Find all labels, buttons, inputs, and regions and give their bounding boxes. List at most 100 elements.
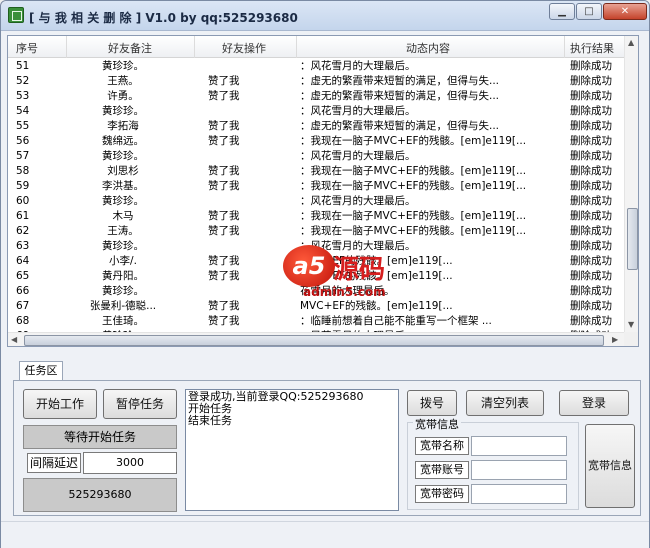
row-result: 删除成功 [570, 135, 612, 147]
row-result: 删除成功 [570, 195, 612, 207]
broadband-info-button[interactable]: 宽带信息 [585, 424, 635, 508]
row-note: 刘思杉 [107, 165, 139, 177]
watermark-a5-mark: a5 [283, 245, 335, 287]
watermark-logo: a5 源码 admin5.com [283, 245, 421, 303]
maximize-button[interactable]: □ [576, 3, 602, 20]
row-note: 王燕。 [107, 75, 139, 87]
clear-list-button[interactable]: 清空列表 [466, 390, 544, 416]
row-result: 删除成功 [570, 75, 612, 87]
row-id: 67 [16, 300, 30, 312]
column-header-result[interactable]: 执行结果 [570, 40, 614, 56]
row-content: ：临睡前想着自己能不能重写一个框架 ... [300, 315, 492, 327]
row-note: 王佳琦。 [102, 315, 144, 327]
row-content: ：我现在一脑子MVC+EF的残骸。[em]e119[... [300, 210, 527, 222]
row-note: 黄丹阳。 [102, 270, 144, 282]
row-note: 黄珍珍。 [102, 60, 144, 72]
scroll-left-icon[interactable]: ◀ [11, 335, 17, 344]
row-note: 李拓海 [107, 120, 139, 132]
row-id: 62 [16, 225, 30, 237]
row-id: 53 [16, 90, 30, 102]
broadband-password-label: 宽带密码 [415, 485, 469, 503]
row-result: 删除成功 [570, 315, 612, 327]
table-row[interactable]: 59 李洪基。 赞了我 ：我现在一脑子MVC+EF的残骸。[em]e119[... 删除… [8, 179, 624, 194]
row-note: 小李/. [109, 255, 137, 267]
row-operation: 赞了我 [208, 270, 240, 282]
row-result: 删除成功 [570, 165, 612, 177]
table-row[interactable]: 52 王燕。 赞了我 ：虚无的繁霞带来短暂的满足，但得与失... 删除成功 [8, 74, 624, 89]
row-content: ：风花雪月的大理最后。 [300, 105, 416, 117]
scroll-down-icon[interactable]: ▼ [628, 320, 634, 329]
table-row[interactable]: 53 许勇。 赞了我 ：虚无的繁霞带来短暂的满足，但得与失... 删除成功 [8, 89, 624, 104]
delay-input[interactable]: 3000 [83, 452, 177, 474]
row-id: 68 [16, 315, 30, 327]
row-note: 李洪基。 [102, 180, 144, 192]
table-row[interactable]: 68 王佳琦。 赞了我 ：临睡前想着自己能不能重写一个框架 ... 删除成功 [8, 314, 624, 329]
broadband-account-input[interactable] [471, 460, 567, 480]
table-row[interactable]: 58 刘思杉 赞了我 ：我现在一脑子MVC+EF的残骸。[em]e119[... 删除成… [8, 164, 624, 179]
row-note: 王涛。 [107, 225, 139, 237]
table-row[interactable]: 57 黄珍珍。 ：风花雪月的大理最后。 删除成功 [8, 149, 624, 164]
row-content: ：风花雪月的大理最后。 [300, 195, 416, 207]
row-operation: 赞了我 [208, 120, 240, 132]
table-row[interactable]: 51 黄珍珍。 ：风花雪月的大理最后。 删除成功 [8, 59, 624, 74]
start-work-button[interactable]: 开始工作 [23, 389, 97, 419]
column-header-content[interactable]: 动态内容 [406, 40, 450, 56]
column-header-note[interactable]: 好友备注 [108, 40, 152, 56]
row-id: 57 [16, 150, 30, 162]
pause-task-button[interactable]: 暂停任务 [103, 389, 177, 419]
row-content: ：虚无的繁霞带来短暂的满足，但得与失... [300, 120, 500, 132]
vertical-scrollbar[interactable]: ▲ ▼ [624, 36, 638, 332]
scroll-up-icon[interactable]: ▲ [628, 38, 634, 47]
broadband-password-input[interactable] [471, 484, 567, 504]
row-content: ：我现在一脑子MVC+EF的残骸。[em]e119[... [300, 180, 527, 192]
broadband-group-label: 宽带信息 [413, 416, 461, 432]
row-id: 58 [16, 165, 30, 177]
table-row[interactable]: 55 李拓海 赞了我 ：虚无的繁霞带来短暂的满足，但得与失... 删除成功 [8, 119, 624, 134]
row-id: 55 [16, 120, 30, 132]
row-result: 删除成功 [570, 270, 612, 282]
table-row[interactable]: 62 王涛。 赞了我 ：我现在一脑子MVC+EF的残骸。[em]e119[... 删除成… [8, 224, 624, 239]
title-bar: [ 与 我 相 关 删 除 ] V1.0 by qq:525293680 ▁ □… [1, 1, 649, 31]
row-id: 63 [16, 240, 30, 252]
row-content: ：风花雪月的大理最后。 [300, 60, 416, 72]
list-header: 序号 好友备注 好友操作 动态内容 执行结果 [8, 36, 624, 58]
row-operation: 赞了我 [208, 300, 240, 312]
row-content: ：我现在一脑子MVC+EF的残骸。[em]e119[... [300, 165, 527, 177]
qq-display: 525293680 [23, 478, 177, 512]
login-button[interactable]: 登录 [559, 390, 629, 416]
row-content: ：虚无的繁霞带来短暂的满足，但得与失... [300, 90, 500, 102]
row-operation: 赞了我 [208, 255, 240, 267]
column-header-id[interactable]: 序号 [16, 40, 38, 56]
row-id: 54 [16, 105, 30, 117]
horizontal-scroll-thumb[interactable] [24, 335, 604, 346]
row-operation: 赞了我 [208, 165, 240, 177]
broadband-name-label: 宽带名称 [415, 437, 469, 455]
close-button[interactable]: ✕ [603, 3, 647, 20]
minimize-button[interactable]: ▁ [549, 3, 575, 20]
table-row[interactable]: 54 黄珍珍。 ：风花雪月的大理最后。 删除成功 [8, 104, 624, 119]
tab-task-area[interactable]: 任务区 [19, 361, 63, 381]
row-result: 删除成功 [570, 90, 612, 102]
row-id: 51 [16, 60, 30, 72]
app-window: [ 与 我 相 关 删 除 ] V1.0 by qq:525293680 ▁ □… [0, 0, 650, 548]
dial-button[interactable]: 拨号 [407, 390, 457, 416]
broadband-name-input[interactable] [471, 436, 567, 456]
table-row[interactable]: 60 黄珍珍。 ：风花雪月的大理最后。 删除成功 [8, 194, 624, 209]
vertical-scroll-thumb[interactable] [627, 208, 638, 270]
app-icon [8, 7, 24, 23]
watermark-cn-text: 源码 [333, 255, 386, 285]
log-textarea[interactable]: 登录成功,当前登录QQ:525293680 开始任务 结束任务 [185, 389, 399, 511]
row-result: 删除成功 [570, 105, 612, 117]
scroll-right-icon[interactable]: ▶ [612, 335, 618, 344]
row-note: 许勇。 [107, 90, 139, 102]
row-id: 64 [16, 255, 30, 267]
table-row[interactable]: 61 木马 赞了我 ：我现在一脑子MVC+EF的残骸。[em]e119[... 删除成功 [8, 209, 624, 224]
row-note: 黄珍珍。 [102, 105, 144, 117]
horizontal-scrollbar[interactable]: ◀ ▶ [8, 332, 624, 346]
row-note: 木马 [112, 210, 134, 222]
table-row[interactable]: 56 魏绵远。 赞了我 ：我现在一脑子MVC+EF的残骸。[em]e119[... 删除… [8, 134, 624, 149]
row-note: 黄珍珍。 [102, 285, 144, 297]
row-result: 删除成功 [570, 120, 612, 132]
column-header-operation[interactable]: 好友操作 [222, 40, 266, 56]
row-id: 61 [16, 210, 30, 222]
